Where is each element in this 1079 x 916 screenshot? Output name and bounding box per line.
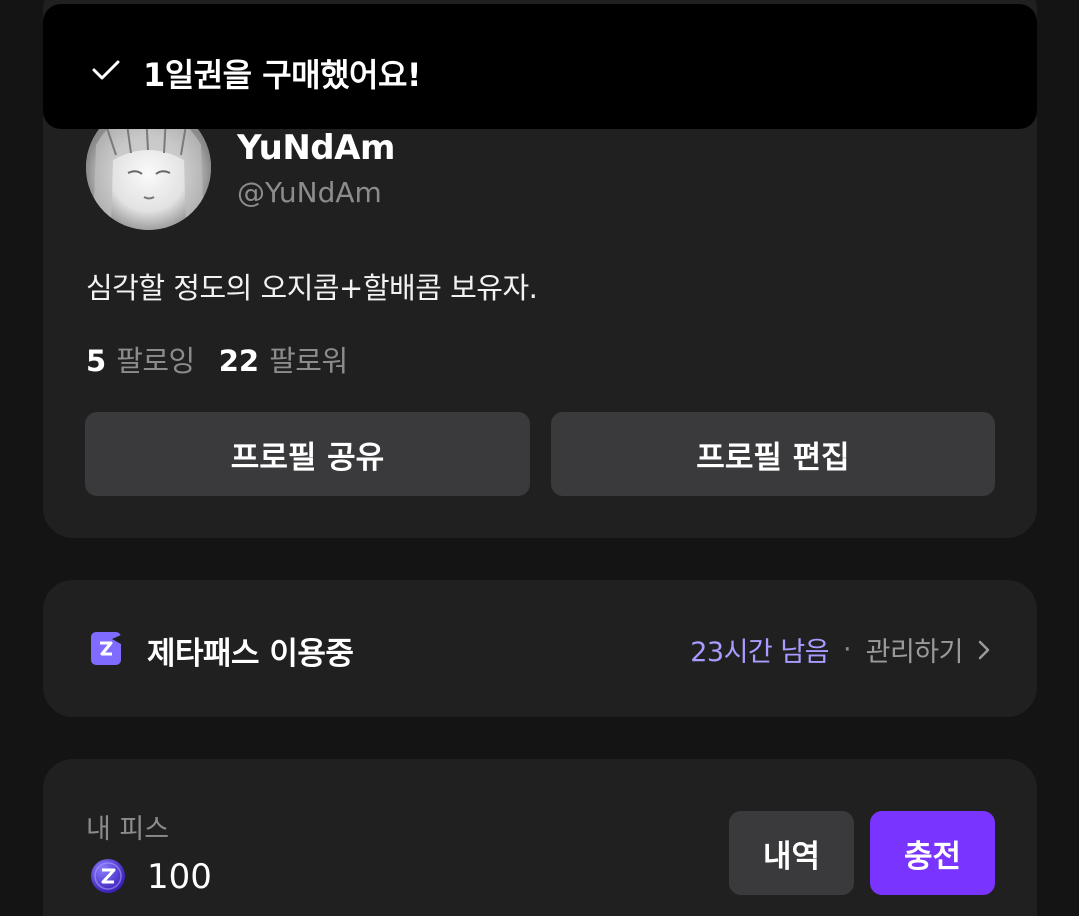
chevron-right-icon xyxy=(978,640,990,659)
bio: 심각할 정도의 오지콤+할배콤 보유자. xyxy=(86,271,538,305)
followers-label[interactable]: 팔로워 xyxy=(269,338,348,380)
manage-label[interactable]: 관리하기 xyxy=(866,630,964,669)
user-handle: @YuNdAm xyxy=(237,176,382,209)
pieces-label: 내 피스 xyxy=(86,814,170,845)
check-icon xyxy=(92,60,120,80)
pass-status-title: 제타패스 이용중 xyxy=(147,636,354,672)
toast-notification: 1일권을 구매했어요! xyxy=(43,4,1037,129)
separator-dot: · xyxy=(843,634,852,665)
profile-page: YuNdAm @YuNdAm 심각할 정도의 오지콤+할배콤 보유자. 5 팔로… xyxy=(0,0,1079,916)
pieces-count: 100 xyxy=(147,857,212,897)
zeta-pass-card[interactable]: 제타패스 이용중 23시간 남음 · 관리하기 xyxy=(43,580,1037,717)
display-name: YuNdAm xyxy=(237,128,395,168)
pass-remaining-time: 23시간 남음 xyxy=(690,637,830,668)
charge-button[interactable]: 충전 xyxy=(870,811,995,895)
edit-profile-button[interactable]: 프로필 편집 xyxy=(551,412,995,496)
toast-message: 1일권을 구매했어요! xyxy=(143,56,422,94)
pieces-card: 내 피스 100 내역 충전 xyxy=(43,759,1037,916)
share-profile-button[interactable]: 프로필 공유 xyxy=(85,412,530,496)
zeta-pass-icon xyxy=(91,632,121,665)
following-count[interactable]: 5 xyxy=(86,344,106,378)
coin-icon xyxy=(91,859,125,893)
history-button[interactable]: 내역 xyxy=(729,811,854,895)
followers-count[interactable]: 22 xyxy=(219,344,259,378)
follow-stats: 5 팔로잉 22 팔로워 xyxy=(86,338,372,380)
pass-manage-link[interactable]: 23시간 남음 · 관리하기 xyxy=(690,630,991,669)
following-label[interactable]: 팔로잉 xyxy=(116,338,195,380)
